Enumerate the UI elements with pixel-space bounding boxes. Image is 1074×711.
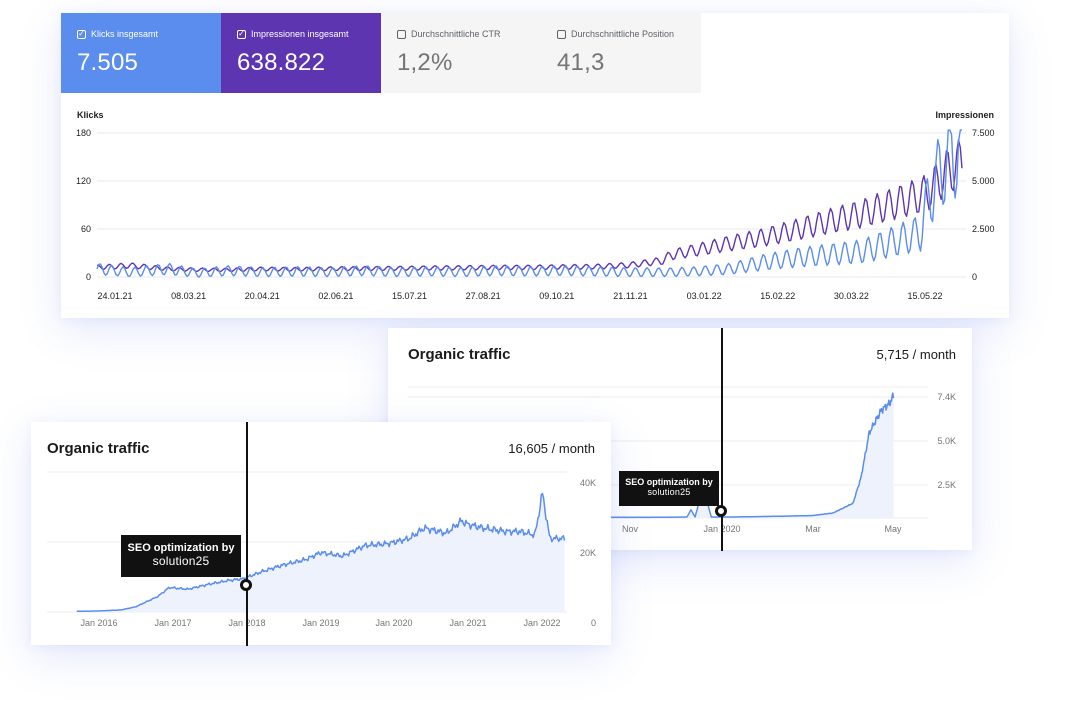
seo-annotation-badge: SEO optimization by solution25	[619, 471, 719, 506]
grid-lines	[97, 132, 966, 278]
search-console-performance-card: ✓ Klicks insgesamt 7.505 ✓ Impressionen in…	[61, 13, 1009, 318]
series-line-impressionen	[96, 139, 963, 273]
x-tick-label: Jan 2021	[449, 618, 486, 628]
y-tick-label-right: 5.000	[972, 176, 995, 186]
y-axis-right-ticks: 7.500 5.000 2.500 0	[972, 128, 995, 282]
organic-traffic-card-history: Organic traffic 16,605 / month 40K 20K 0 J…	[31, 422, 611, 645]
y-tick-label: 2.5K	[937, 480, 956, 490]
clicks-impressions-line-chart: Klicks Impressionen 180 120 60 0 7.500 5.000…	[76, 110, 995, 301]
x-tick-label: 27.08.21	[466, 291, 501, 301]
x-tick-label: 08.03.21	[171, 291, 206, 301]
x-tick-label: 21.11.21	[613, 291, 647, 301]
x-tick-label: 15.02.22	[760, 291, 795, 301]
annotation-text: SEO optimization by	[127, 542, 235, 554]
annotation-line	[246, 422, 248, 646]
annotation-line	[721, 328, 723, 551]
y-tick-label: 5.0K	[937, 436, 956, 446]
y-axis-right-label: Impressionen	[935, 110, 994, 120]
x-tick-label: Nov	[622, 524, 639, 534]
x-tick-label: Mar	[805, 524, 821, 534]
solution25-logo: solution25	[152, 554, 210, 568]
x-tick-label: 30.03.22	[834, 291, 869, 301]
y-axis-ticks: 40K 20K 0	[580, 478, 596, 628]
y-tick-label-right: 0	[972, 272, 977, 282]
x-axis-ticks: Jan 2016 Jan 2017 Jan 2018 Jan 2019 Jan 2020…	[80, 618, 560, 628]
annotation-marker-icon	[715, 505, 727, 517]
x-tick-label: 02.06.21	[318, 291, 353, 301]
solution25-logo: solution25	[647, 487, 691, 497]
x-tick-label: Jan 2022	[523, 618, 560, 628]
annotation-text: SEO optimization by	[625, 477, 713, 487]
y-tick-label-left: 0	[86, 272, 91, 282]
organic-traffic-area-chart: 40K20K0 Jan 2016 Jan 2017 Jan 2018 Jan 2019…	[47, 471, 596, 628]
y-tick-label-left: 60	[81, 224, 91, 234]
y-axis-left-ticks: 180 120 60 0	[76, 128, 91, 282]
annotation-marker-icon	[240, 579, 252, 591]
y-axis-left-label: Klicks	[77, 110, 104, 120]
x-axis-ticks: Nov Jan 2020 Mar May	[622, 524, 902, 534]
y-tick-label-left: 120	[76, 176, 91, 186]
y-tick-label-right: 2.500	[972, 224, 995, 234]
x-tick-label: Jan 2020	[375, 618, 412, 628]
y-axis-ticks: 7.4K 5.0K 2.5K	[937, 392, 956, 490]
x-tick-label: Jan 2019	[302, 618, 339, 628]
x-tick-label: 20.04.21	[245, 291, 280, 301]
y-tick-label: 40K	[580, 478, 596, 488]
x-tick-label: 24.01.21	[97, 291, 132, 301]
y-tick-label-left: 180	[76, 128, 91, 138]
x-tick-label: 15.05.22	[907, 291, 942, 301]
series-line-klicks	[96, 129, 962, 278]
y-tick-label: 7.4K	[937, 392, 956, 402]
x-tick-label: Jan 2017	[154, 618, 191, 628]
y-tick-label: 0	[591, 618, 596, 628]
series-lines	[96, 129, 963, 278]
x-tick-label: Jan 2016	[80, 618, 117, 628]
x-axis-ticks: 24.01.21 08.03.21 20.04.21 02.06.21 15.07.21…	[97, 291, 942, 301]
x-tick-label: 03.01.22	[687, 291, 722, 301]
x-tick-label: May	[884, 524, 902, 534]
x-tick-label: 15.07.21	[392, 291, 427, 301]
y-tick-label-right: 7.500	[972, 128, 995, 138]
seo-annotation-badge: SEO optimization by solution25	[121, 535, 241, 577]
x-tick-label: 09.10.21	[539, 291, 574, 301]
y-tick-label: 20K	[580, 548, 596, 558]
